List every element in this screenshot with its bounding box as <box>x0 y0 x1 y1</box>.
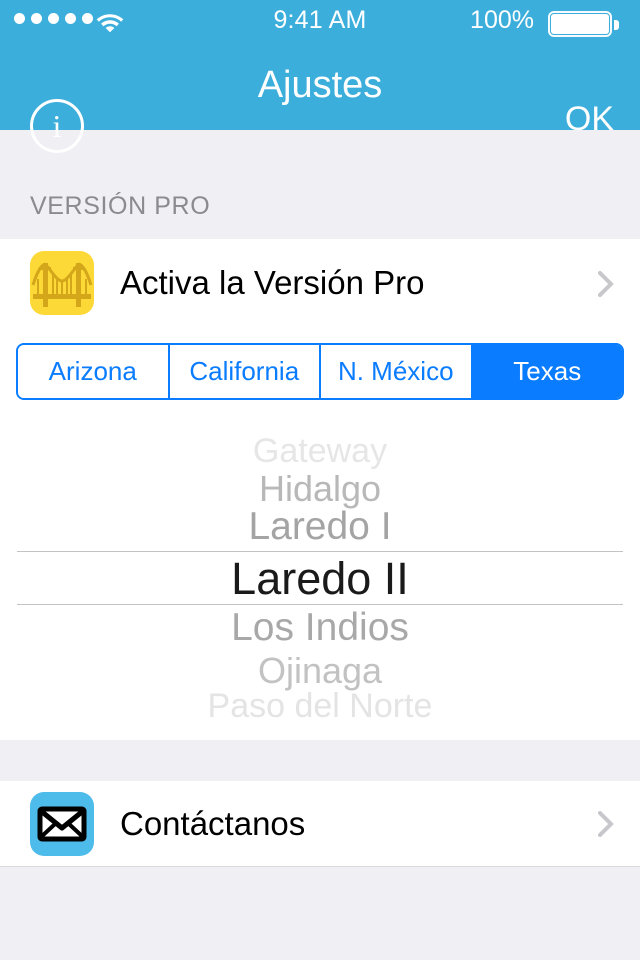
cell-label-activate-pro: Activa la Versión Pro <box>120 264 425 301</box>
section-header-pro: VERSIÓN PRO <box>30 192 211 220</box>
battery-percent-label: 100% <box>470 6 534 34</box>
picker-selection-line-bottom <box>17 604 623 605</box>
status-bar: 9:41 AM 100% <box>0 0 640 40</box>
picker-row-selected[interactable]: Laredo II <box>0 553 640 605</box>
border-crossing-picker[interactable]: Gateway Hidalgo Laredo I Laredo II Los I… <box>0 405 640 740</box>
cell-activate-pro[interactable]: Activa la Versión Pro <box>0 239 640 327</box>
battery-icon <box>548 11 624 39</box>
picker-row[interactable]: Los Indios <box>0 606 640 650</box>
navigation-bar: Ajustes i OK <box>0 40 640 153</box>
chevron-right-icon <box>598 811 614 837</box>
ok-button[interactable]: OK <box>565 100 614 139</box>
picker-row[interactable]: Ojinaga <box>0 650 640 692</box>
picker-row[interactable]: Hidalgo <box>0 468 640 510</box>
page-title: Ajustes <box>257 64 383 106</box>
picker-row[interactable]: Gateway <box>0 432 640 471</box>
segment-texas[interactable]: Texas <box>472 345 622 398</box>
cell-separator <box>0 866 640 867</box>
bridge-icon <box>30 251 94 315</box>
settings-screen: 9:41 AM 100% Ajustes i OK VERSIÓN PRO Ac… <box>0 0 640 960</box>
cell-contact-us[interactable]: Contáctanos <box>0 781 640 867</box>
chevron-right-icon <box>598 271 614 297</box>
info-circle-icon[interactable]: i <box>30 99 84 153</box>
envelope-icon <box>30 792 94 856</box>
picker-row[interactable]: Paso del Norte <box>0 687 640 726</box>
picker-row[interactable]: Laredo I <box>0 505 640 549</box>
segment-arizona[interactable]: Arizona <box>18 345 170 398</box>
segment-nuevo-mexico[interactable]: N. México <box>321 345 473 398</box>
state-segmented-control[interactable]: Arizona California N. México Texas <box>16 343 624 400</box>
state-segmented-control-container: Arizona California N. México Texas <box>0 327 640 405</box>
picker-selection-line-top <box>17 551 623 552</box>
segment-california[interactable]: California <box>169 345 321 398</box>
status-bar-time: 9:41 AM <box>273 6 367 34</box>
cell-label-contact-us: Contáctanos <box>120 805 306 842</box>
